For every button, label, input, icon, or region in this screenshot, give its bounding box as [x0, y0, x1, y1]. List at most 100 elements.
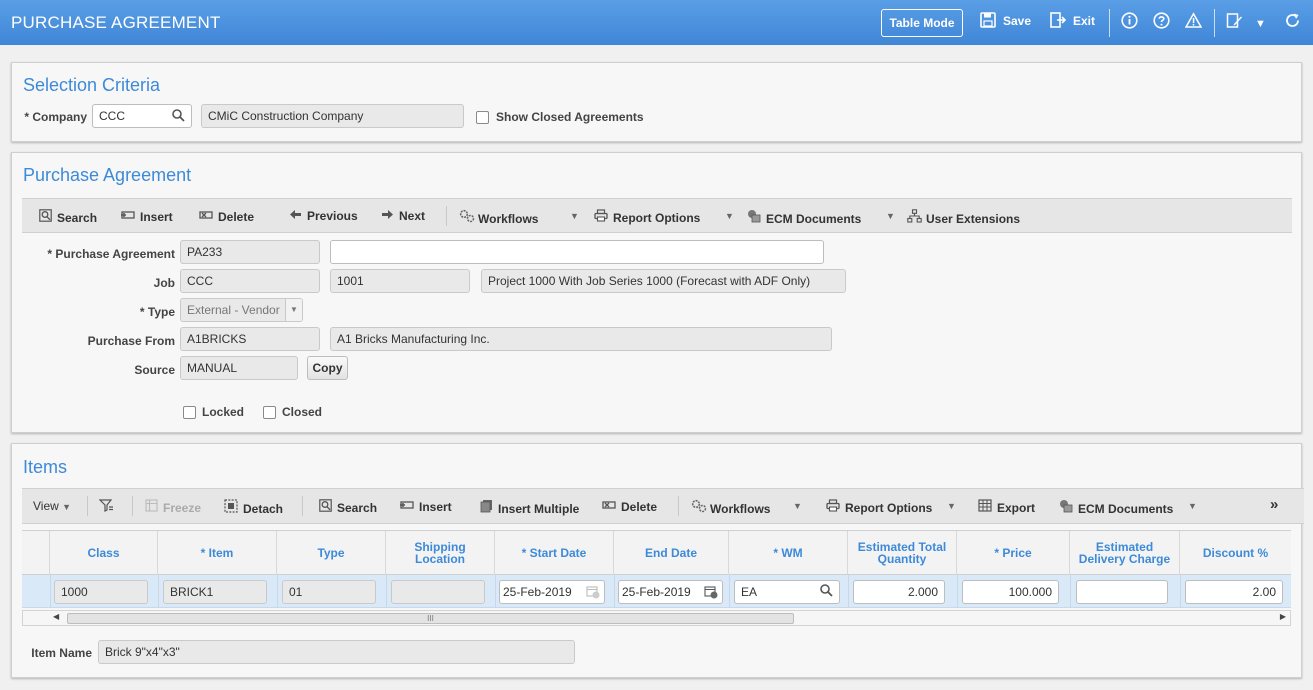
chevron-down-icon[interactable]: ▼: [793, 501, 802, 511]
freeze-button[interactable]: Freeze: [144, 499, 201, 515]
end-date-field[interactable]: 25-Feb-2019: [618, 580, 723, 604]
scroll-left-icon[interactable]: ◀: [53, 612, 59, 621]
info-icon[interactable]: [1121, 12, 1138, 34]
est-delivery-charge-field[interactable]: [1076, 580, 1168, 604]
class-cell[interactable]: 1000: [54, 580, 148, 604]
exit-button[interactable]: Exit: [1073, 14, 1095, 28]
detach-button[interactable]: Detach: [224, 499, 283, 516]
company-field[interactable]: CCC: [92, 104, 192, 128]
table-mode-button[interactable]: Table Mode: [881, 9, 963, 37]
column-header-shipping-location[interactable]: Shipping Location: [386, 531, 495, 575]
copy-button[interactable]: Copy: [307, 356, 348, 380]
type-select[interactable]: External - Vendor ▼: [180, 298, 303, 322]
workflows-button[interactable]: Workflows: [459, 209, 538, 226]
company-code-value: CCC: [99, 109, 125, 123]
delete-label: Delete: [621, 500, 658, 514]
wm-field[interactable]: EA: [734, 580, 840, 604]
type-label: * Type: [139, 305, 175, 319]
previous-button[interactable]: Previous: [288, 209, 358, 223]
chevron-down-icon[interactable]: ▼: [570, 211, 579, 221]
warning-icon[interactable]: [1184, 12, 1203, 34]
price-field[interactable]: 100.000: [962, 580, 1059, 604]
exit-icon[interactable]: [1050, 12, 1067, 33]
shipping-location-cell[interactable]: [391, 580, 485, 604]
selection-criteria-panel: Selection Criteria * Company CCC CMiC Co…: [11, 62, 1302, 142]
report-options-button[interactable]: Report Options: [594, 209, 700, 225]
export-button[interactable]: Export: [978, 499, 1035, 515]
edit-icon[interactable]: [1226, 12, 1243, 34]
horizontal-scrollbar[interactable]: ◀ III ▶: [22, 610, 1291, 626]
insert-button[interactable]: Insert: [400, 499, 452, 514]
user-extensions-button[interactable]: User Extensions: [907, 209, 1020, 226]
freeze-label: Freeze: [163, 501, 202, 515]
table-row[interactable]: 1000 BRICK1 01 25-Feb-2019 25-Feb-2019 E…: [22, 575, 1291, 608]
chevron-down-icon[interactable]: ▼: [947, 501, 956, 511]
column-header-est-delivery-charge[interactable]: Estimated Delivery Charge: [1070, 531, 1180, 575]
locked-checkbox[interactable]: [183, 406, 196, 419]
printer-icon: [594, 209, 608, 225]
column-header-wm[interactable]: * WM: [729, 531, 848, 575]
workflows-button[interactable]: Workflows: [691, 499, 770, 516]
next-button[interactable]: Next: [380, 209, 425, 223]
chevron-down-icon[interactable]: ▼: [1255, 15, 1266, 33]
filter-button[interactable]: [98, 499, 118, 515]
type-cell[interactable]: 01: [282, 580, 376, 604]
view-menu[interactable]: View ▼: [33, 499, 71, 513]
column-header-start-date[interactable]: * Start Date: [495, 531, 614, 575]
search-icon[interactable]: [820, 584, 834, 598]
closed-checkbox[interactable]: [263, 406, 276, 419]
start-date-field[interactable]: 25-Feb-2019: [499, 580, 605, 604]
scroll-right-icon[interactable]: ▶: [1280, 612, 1286, 621]
section-title: Selection Criteria: [23, 75, 161, 95]
insert-button[interactable]: Insert: [121, 209, 173, 224]
column-header-class[interactable]: Class: [50, 531, 158, 575]
calendar-icon[interactable]: [586, 585, 600, 599]
purchase-agreement-field[interactable]: PA233: [180, 240, 320, 264]
insert-multiple-button[interactable]: Insert Multiple: [479, 499, 579, 516]
refresh-icon[interactable]: [1284, 12, 1301, 34]
search-button[interactable]: Search: [38, 209, 97, 225]
freeze-icon: [144, 499, 158, 515]
chevron-down-icon[interactable]: ▼: [886, 211, 895, 221]
vendor-code-field[interactable]: A1BRICKS: [180, 327, 320, 351]
chevron-down-icon[interactable]: ▼: [285, 299, 302, 321]
ecm-documents-button[interactable]: ECM Documents: [1059, 499, 1173, 516]
help-icon[interactable]: [1153, 12, 1170, 34]
toolbar-divider: [1109, 9, 1110, 37]
save-icon[interactable]: [980, 12, 996, 33]
cell-divider: [848, 575, 849, 608]
previous-label: Previous: [307, 209, 358, 223]
more-tools-button[interactable]: »: [1270, 496, 1278, 513]
est-total-qty-field[interactable]: 2.000: [853, 580, 945, 604]
job-company-field[interactable]: CCC: [180, 269, 320, 293]
insert-label: Insert: [140, 210, 173, 224]
column-header-type[interactable]: Type: [277, 531, 386, 575]
vendor-name-field: A1 Bricks Manufacturing Inc.: [330, 327, 832, 351]
arrow-right-icon: [380, 209, 394, 223]
report-options-button[interactable]: Report Options: [826, 499, 932, 515]
chevron-down-icon[interactable]: ▼: [1188, 501, 1197, 511]
closed-label: Closed: [282, 405, 323, 419]
search-label: Search: [337, 501, 378, 515]
discount-field[interactable]: 2.00: [1185, 580, 1283, 604]
documents-icon: [1059, 499, 1073, 516]
delete-button[interactable]: Delete: [602, 499, 657, 514]
delete-button[interactable]: Delete: [199, 209, 254, 224]
ecm-documents-button[interactable]: ECM Documents: [747, 209, 861, 226]
column-header-est-total-qty[interactable]: Estimated Total Quantity: [848, 531, 957, 575]
item-cell[interactable]: BRICK1: [163, 580, 267, 604]
chevron-down-icon[interactable]: ▼: [725, 211, 734, 221]
save-button[interactable]: Save: [1003, 14, 1031, 28]
description-field[interactable]: [330, 240, 824, 264]
search-button[interactable]: Search: [318, 499, 377, 515]
show-closed-checkbox[interactable]: [476, 111, 489, 124]
search-icon[interactable]: [172, 109, 186, 123]
job-code-field[interactable]: 1001: [330, 269, 470, 293]
delete-label: Delete: [218, 210, 255, 224]
column-header-discount[interactable]: Discount %: [1180, 531, 1291, 575]
column-header-end-date[interactable]: End Date: [614, 531, 729, 575]
column-header-price[interactable]: * Price: [957, 531, 1070, 575]
scrollbar-thumb[interactable]: III: [67, 613, 794, 624]
column-header-item[interactable]: * Item: [158, 531, 277, 575]
calendar-icon[interactable]: [704, 585, 718, 599]
